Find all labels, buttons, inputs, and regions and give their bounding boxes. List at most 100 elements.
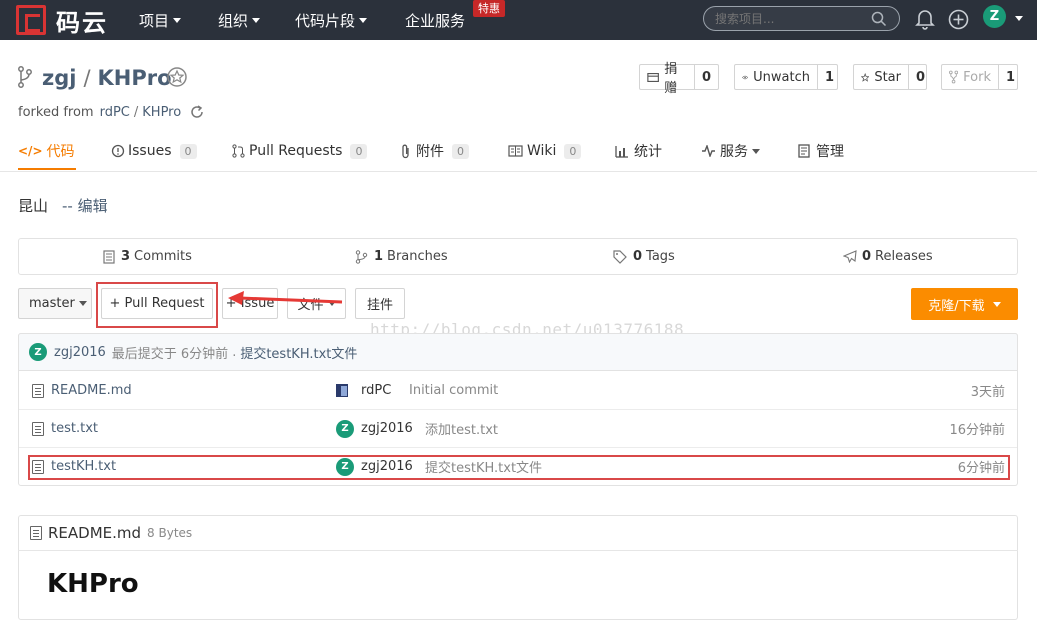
tab-pull-requests[interactable]: Pull Requests 0 <box>232 141 368 161</box>
file-commit-author[interactable]: zgj2016 <box>361 421 413 436</box>
last-commit-info: Z zgj2016 最后提交于 6分钟前 . 提交testKH.txt文件 <box>29 343 357 362</box>
widget-button[interactable]: 挂件 <box>355 288 405 319</box>
star-count: 0 <box>908 65 932 89</box>
nav-enterprise-label: 企业服务 <box>405 11 466 30</box>
last-commit-message[interactable]: 提交testKH.txt文件 <box>240 343 357 362</box>
forked-owner-link[interactable]: rdPC <box>100 105 130 120</box>
tab-statistics[interactable]: 统计 <box>615 141 662 161</box>
nav-enterprise[interactable]: 企业服务 <box>405 0 465 40</box>
eye-icon <box>742 75 749 79</box>
tab-services-label: 服务 <box>720 144 748 160</box>
nav-organizations[interactable]: 组织 <box>218 0 261 40</box>
commits-icon <box>103 249 115 264</box>
tags-stat[interactable]: 0 Tags <box>613 249 675 264</box>
tab-code[interactable]: </> 代码 <box>18 141 75 161</box>
tab-attachments-count: 0 <box>452 143 469 159</box>
file-commit-message[interactable]: 添加test.txt <box>425 419 498 438</box>
nav-projects-label: 项目 <box>139 11 170 30</box>
tab-issues[interactable]: Issues 0 <box>111 141 197 161</box>
clone-download-button[interactable]: 克隆/下载 <box>911 288 1018 320</box>
file-name[interactable]: test.txt <box>51 421 98 436</box>
commits-label: Commits <box>134 249 192 264</box>
tab-wiki[interactable]: Wiki 0 <box>508 141 582 161</box>
file-row[interactable]: test.txt Z zgj2016 添加test.txt 16分钟前 <box>18 410 1018 447</box>
tab-services[interactable]: 服务 <box>701 141 760 161</box>
widget-label: 挂件 <box>366 298 393 313</box>
fork-label: Fork <box>963 69 991 85</box>
fork-count: 1 <box>998 65 1022 89</box>
donate-button[interactable]: 捐赠 0 <box>639 62 719 96</box>
chevron-down-icon <box>752 148 760 154</box>
book-icon <box>508 145 523 157</box>
logo-icon <box>16 5 46 35</box>
chevron-down-icon[interactable] <box>1015 16 1023 21</box>
branches-stat[interactable]: 1 Branches <box>355 249 448 264</box>
tab-issues-label: Issues <box>128 143 172 159</box>
readme-filename: README.md <box>48 523 142 542</box>
tab-admin[interactable]: 管理 <box>798 141 844 161</box>
bell-icon[interactable] <box>915 8 935 30</box>
fork-button[interactable]: Fork 1 <box>941 64 1018 90</box>
file-icon <box>32 421 44 436</box>
releases-stat[interactable]: 0 Releases <box>843 249 933 264</box>
donate-label: 捐赠 <box>664 62 678 96</box>
file-icon <box>32 383 44 398</box>
repo-title-separator: / <box>83 66 91 90</box>
star-icon <box>861 72 870 82</box>
star-button[interactable]: Star 0 <box>853 64 927 90</box>
active-tab-underline <box>18 168 76 170</box>
sync-icon[interactable] <box>189 104 205 120</box>
user-avatar[interactable]: Z <box>983 5 1006 28</box>
committer-avatar[interactable]: Z <box>336 419 354 438</box>
file-commit-author[interactable]: rdPC <box>361 383 391 398</box>
user-avatar-image <box>336 384 348 397</box>
logo-text: 码云 <box>56 8 108 37</box>
tab-statistics-label: 统计 <box>634 144 662 160</box>
chevron-down-icon <box>173 17 182 23</box>
document-settings-icon <box>798 144 810 158</box>
file-name[interactable]: README.md <box>51 383 132 398</box>
last-commit-dot: . <box>232 344 237 360</box>
chevron-down-icon <box>78 301 87 306</box>
issue-icon <box>111 144 125 158</box>
edit-description-link[interactable]: -- 编辑 <box>62 195 108 216</box>
pull-request-icon <box>232 144 245 158</box>
forked-separator: / <box>133 104 139 120</box>
watch-count: 1 <box>817 65 841 89</box>
tab-admin-label: 管理 <box>816 144 844 160</box>
tab-issues-count: 0 <box>179 143 197 159</box>
pulse-icon <box>702 145 715 157</box>
releases-label: Releases <box>875 249 933 264</box>
site-logo[interactable]: 码云 <box>16 4 108 37</box>
last-commit-author[interactable]: zgj2016 <box>54 345 106 360</box>
wallet-icon <box>647 72 659 82</box>
repo-name-link[interactable]: KHPro <box>98 66 172 90</box>
readme-header: README.md 8 Bytes <box>18 515 1018 551</box>
star-button-body: Star <box>854 65 908 89</box>
tab-attachments[interactable]: 附件 0 <box>401 141 469 161</box>
nav-code-snippets[interactable]: 代码片段 <box>295 0 368 40</box>
branch-select[interactable]: master <box>18 288 92 319</box>
nav-projects[interactable]: 项目 <box>139 0 182 40</box>
file-row[interactable]: README.md rdPC Initial commit 3天前 <box>18 372 1018 409</box>
donate-button-body: 捐赠 <box>640 62 694 96</box>
file-commit-message[interactable]: Initial commit <box>409 383 498 398</box>
search-input[interactable] <box>715 11 865 26</box>
search-box[interactable] <box>703 6 900 31</box>
plus-icon[interactable] <box>948 9 969 30</box>
repo-owner-link[interactable]: zgj <box>42 66 76 90</box>
tab-attachments-label: 附件 <box>416 144 444 160</box>
committer-avatar[interactable]: Z <box>29 343 47 361</box>
tab-pull-requests-label: Pull Requests <box>249 143 343 159</box>
unwatch-button[interactable]: Unwatch 1 <box>734 64 838 90</box>
search-icon[interactable] <box>871 11 887 27</box>
tabs-divider <box>0 171 1037 172</box>
commits-stat[interactable]: 3 Commits <box>103 249 192 264</box>
annotation-arrow <box>228 291 343 305</box>
top-navbar: 码云 项目 组织 代码片段 企业服务 特惠 Z <box>0 0 1037 40</box>
readme-size: 8 Bytes <box>147 525 193 540</box>
branch-select-label: master <box>29 296 75 311</box>
file-commit-time: 16分钟前 <box>949 423 1005 438</box>
forked-repo-link[interactable]: KHPro <box>142 105 181 120</box>
tab-wiki-count: 0 <box>564 143 582 159</box>
